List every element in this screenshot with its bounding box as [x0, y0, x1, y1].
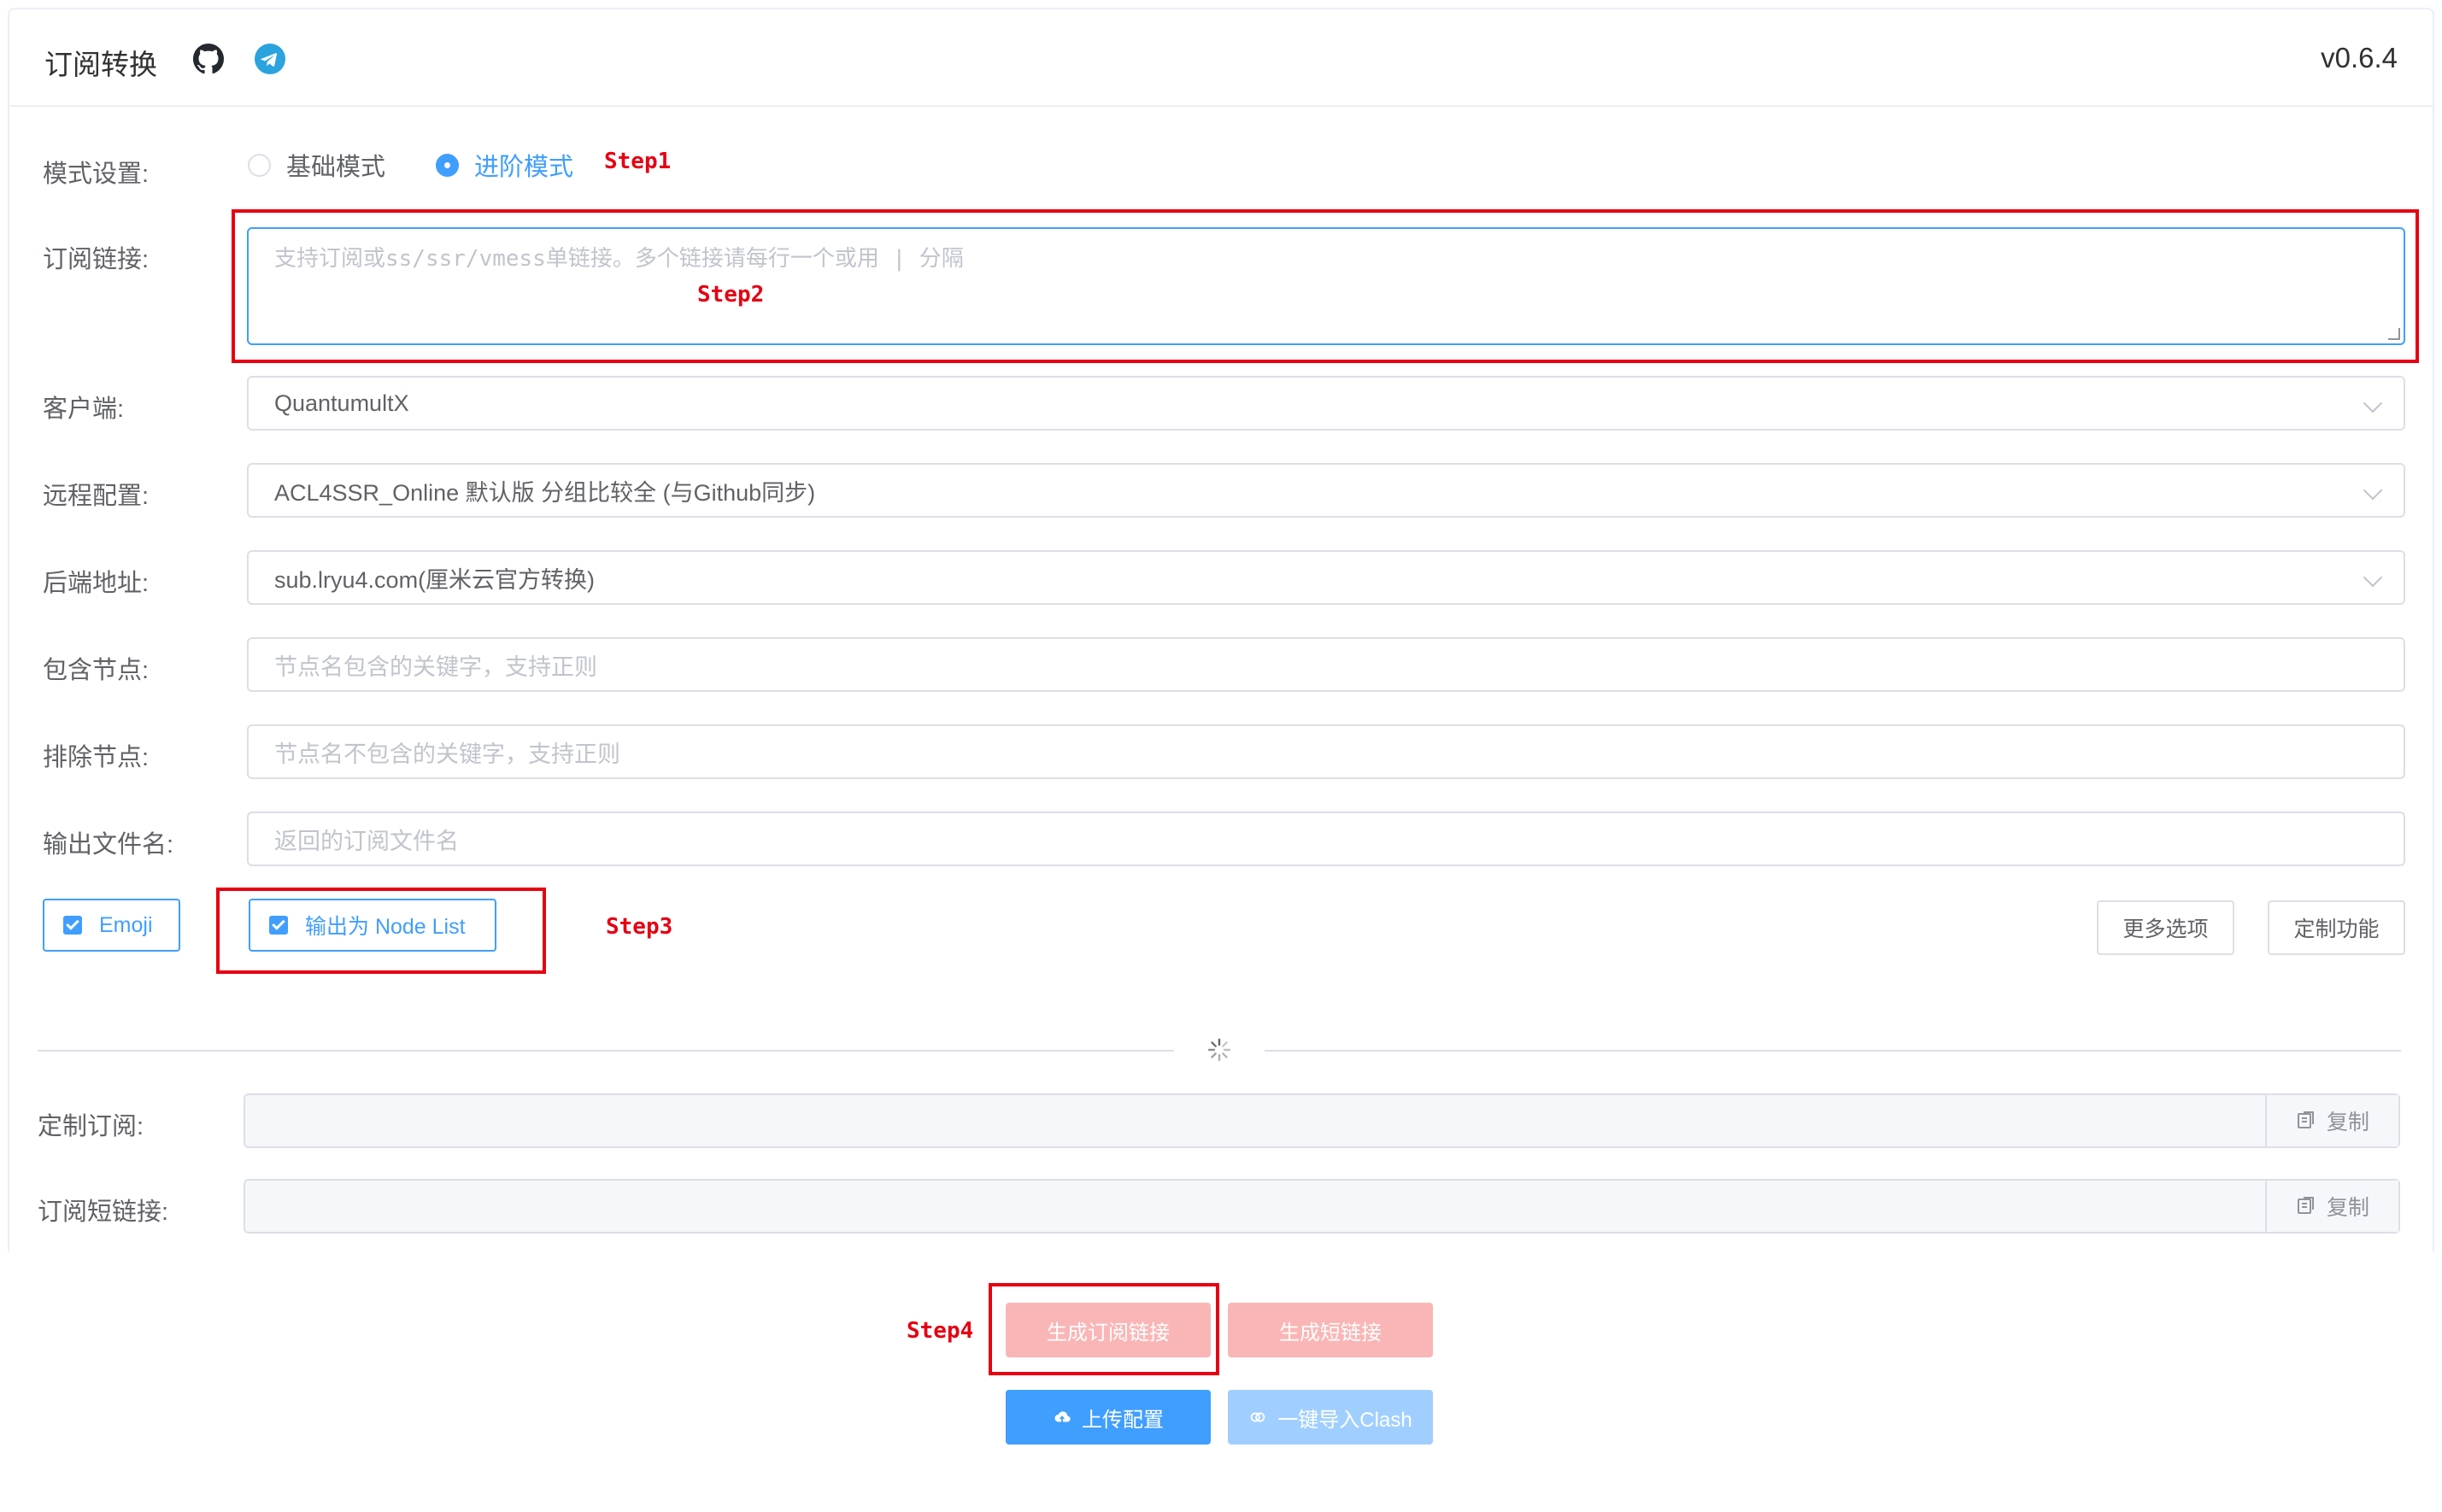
subscription-textarea[interactable]: 支持订阅或ss/ssr/vmess单链接。多个链接请每行一个或用 | 分隔	[247, 227, 2405, 345]
copy-button[interactable]: 复制	[2265, 1095, 2398, 1146]
include-nodes-placeholder: 节点名包含的关键字，支持正则	[274, 653, 597, 680]
resize-handle[interactable]	[2388, 328, 2400, 340]
chevron-down-icon	[2363, 567, 2383, 588]
remote-config-value: ACL4SSR_Online 默认版 分组比较全 (与Github同步)	[274, 479, 816, 506]
include-nodes-input[interactable]: 节点名包含的关键字，支持正则	[247, 637, 2405, 692]
copy-label: 复制	[2326, 1196, 2369, 1220]
step2-annotation: Step2	[697, 282, 765, 308]
checkbox-check-icon	[63, 916, 82, 935]
emoji-checkbox-label: Emoji	[99, 912, 153, 937]
radio-label: 进阶模式	[474, 154, 574, 181]
copy-button[interactable]: 复制	[2265, 1181, 2398, 1232]
exclude-nodes-label: 排除节点:	[43, 744, 150, 771]
subscription-placeholder: 支持订阅或ss/ssr/vmess单链接。多个链接请每行一个或用 | 分隔	[274, 246, 964, 272]
chevron-down-icon	[2363, 393, 2383, 413]
app-title: 订阅转换	[44, 49, 157, 80]
radio-circle	[248, 153, 271, 177]
copy-icon	[2297, 1197, 2314, 1214]
backend-label: 后端地址:	[43, 570, 150, 597]
backend-select[interactable]: sub.lryu4.com(厘米云官方转换)	[247, 550, 2405, 605]
loading-spinner-icon	[1207, 1038, 1231, 1062]
client-value: QuantumultX	[274, 390, 409, 416]
generate-short-link-button[interactable]: 生成短链接	[1228, 1303, 1433, 1357]
header: 订阅转换 v0.6.4	[9, 9, 2433, 107]
custom-sub-output[interactable]: 复制	[244, 1093, 2400, 1148]
filename-label: 输出文件名:	[43, 831, 174, 859]
custom-features-button[interactable]: 定制功能	[2268, 900, 2405, 955]
client-select[interactable]: QuantumultX	[247, 376, 2405, 431]
backend-value: sub.lryu4.com(厘米云官方转换)	[274, 566, 596, 593]
exclude-nodes-placeholder: 节点名不包含的关键字，支持正则	[274, 741, 620, 767]
generate-subscription-button[interactable]: 生成订阅链接	[1006, 1303, 1211, 1357]
step4-annotation: Step4	[907, 1318, 974, 1344]
more-options-button[interactable]: 更多选项	[2097, 900, 2234, 955]
include-nodes-label: 包含节点:	[43, 657, 150, 684]
filename-input[interactable]: 返回的订阅文件名	[247, 812, 2405, 866]
node-list-checkbox-label: 输出为 Node List	[305, 915, 466, 939]
radio-circle	[436, 153, 459, 177]
short-link-label: 订阅短链接:	[38, 1198, 169, 1226]
remote-config-select[interactable]: ACL4SSR_Online 默认版 分组比较全 (与Github同步)	[247, 463, 2405, 518]
divider-left	[38, 1050, 1174, 1052]
link-icon	[1251, 1412, 1265, 1422]
github-icon[interactable]	[193, 44, 224, 74]
chevron-down-icon	[2363, 480, 2383, 501]
copy-icon	[2297, 1111, 2314, 1128]
upload-config-button[interactable]: 上传配置	[1006, 1390, 1211, 1445]
telegram-icon[interactable]	[255, 44, 285, 74]
custom-sub-label: 定制订阅:	[38, 1113, 144, 1140]
main-card: 订阅转换 v0.6.4	[8, 8, 2434, 1251]
import-clash-button[interactable]: 一键导入Clash	[1228, 1390, 1433, 1445]
step3-annotation: Step3	[606, 914, 673, 940]
short-link-output[interactable]: 复制	[244, 1179, 2400, 1234]
radio-label: 基础模式	[286, 154, 386, 181]
copy-label: 复制	[2326, 1111, 2369, 1134]
emoji-checkbox[interactable]: Emoji	[43, 899, 180, 952]
divider-right	[1265, 1050, 2401, 1052]
client-label: 客户端:	[43, 396, 125, 423]
checkbox-check-icon	[269, 916, 288, 935]
filename-placeholder: 返回的订阅文件名	[274, 828, 459, 854]
import-clash-label: 一键导入Clash	[1277, 1408, 1412, 1432]
version-label: v0.6.4	[2321, 42, 2398, 73]
subscription-label: 订阅链接:	[43, 246, 150, 273]
node-list-checkbox[interactable]: 输出为 Node List	[249, 899, 496, 952]
remote-config-label: 远程配置:	[43, 483, 150, 510]
exclude-nodes-input[interactable]: 节点名不包含的关键字，支持正则	[247, 724, 2405, 779]
radio-basic-mode[interactable]: 基础模式	[248, 147, 385, 183]
upload-config-label: 上传配置	[1082, 1408, 1164, 1432]
cloud-upload-icon	[1054, 1411, 1071, 1422]
step1-annotation: Step1	[604, 149, 672, 174]
radio-advanced-mode[interactable]: 进阶模式	[436, 147, 573, 183]
mode-label: 模式设置:	[43, 161, 150, 188]
